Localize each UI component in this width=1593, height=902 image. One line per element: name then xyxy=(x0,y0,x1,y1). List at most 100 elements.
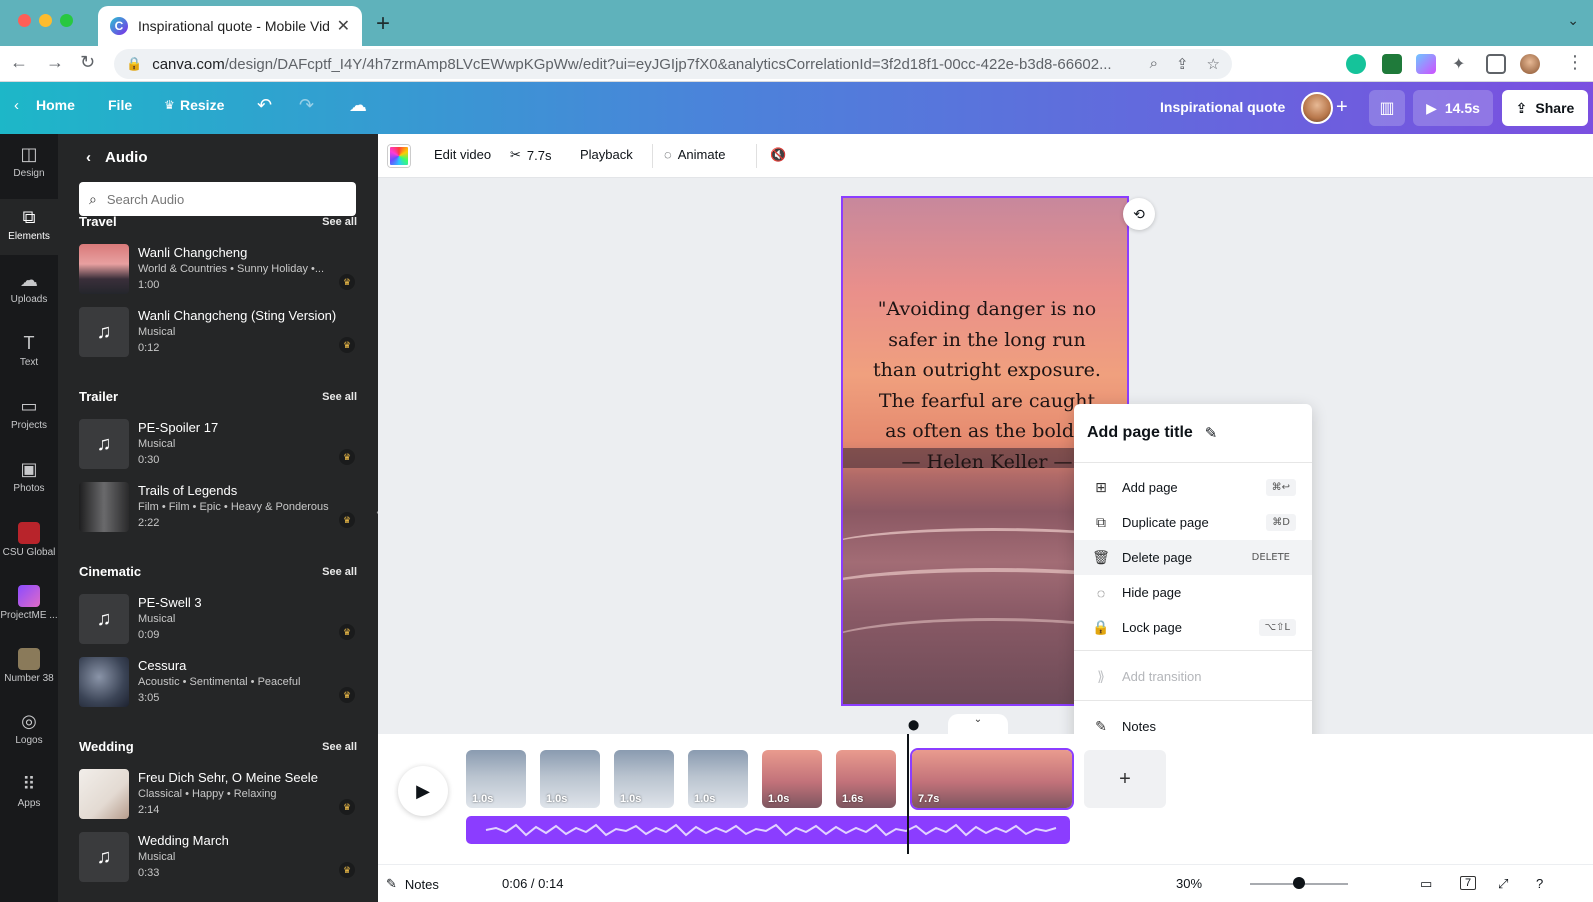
timeline-clip[interactable]: 1.0s xyxy=(614,750,674,808)
share-button[interactable]: ⇪ Share xyxy=(1502,90,1588,126)
timeline-clip[interactable]: 1.6s xyxy=(836,750,896,808)
audio-track-item[interactable]: ♫ PE-Swell 3 Musical 0:09 ♛ xyxy=(79,594,359,646)
browser-menu-icon[interactable]: ⋮ xyxy=(1566,52,1584,73)
see-all-travel-button[interactable]: See all xyxy=(322,216,357,228)
pencil-edit-icon[interactable]: ✎ xyxy=(1205,424,1218,442)
playhead[interactable] xyxy=(907,734,909,854)
trim-button[interactable]: ✂ 7.7s xyxy=(510,147,551,163)
zoom-percentage[interactable]: 30% xyxy=(1176,876,1202,891)
new-tab-icon[interactable]: + xyxy=(376,10,390,38)
share-page-icon[interactable]: ⇪ xyxy=(1176,55,1189,73)
url-field[interactable]: 🔒 canva.com/design/DAFcptf_I4Y/4h7zrmAmp… xyxy=(114,49,1232,79)
tab-search-chevron-icon[interactable]: ⌄ xyxy=(1567,12,1579,29)
rail-item-uploads[interactable]: ☁ Uploads xyxy=(0,262,58,318)
home-button[interactable]: Home xyxy=(36,97,75,113)
audio-track-item[interactable]: Freu Dich Sehr, O Meine Seele Classical … xyxy=(79,769,359,821)
regenerate-button[interactable]: ⟲ xyxy=(1123,198,1155,230)
minimize-window-button[interactable] xyxy=(39,14,52,27)
menu-item-delete-page[interactable]: 🗑 Delete page DELETE xyxy=(1074,540,1312,575)
timeline-clip[interactable]: 1.0s xyxy=(688,750,748,808)
rail-item-text[interactable]: T Text xyxy=(0,325,58,381)
audio-track-item[interactable]: ♫ Wanli Changcheng (Sting Version) Music… xyxy=(79,307,359,359)
playhead-marker-icon[interactable]: ⬤ xyxy=(908,720,919,731)
tab-close-icon[interactable]: ✕ xyxy=(337,16,350,36)
timeline-clip[interactable]: 1.0s xyxy=(762,750,822,808)
menu-item-duplicate-page[interactable]: ⧉ Duplicate page ⌘D xyxy=(1074,505,1312,540)
fullscreen-icon[interactable]: ⤢ xyxy=(1498,876,1508,892)
track-meta: Musical xyxy=(138,613,176,625)
collaborator-avatar[interactable] xyxy=(1301,92,1333,124)
audio-track-item[interactable]: Trails of Legends Film • Film • Epic • H… xyxy=(79,482,359,534)
cloud-saved-icon[interactable]: ☁ xyxy=(349,95,367,116)
zoom-slider-knob[interactable] xyxy=(1293,877,1305,889)
see-all-trailer-button[interactable]: See all xyxy=(322,391,357,403)
design-title[interactable]: Inspirational quote xyxy=(1160,99,1285,115)
file-menu-button[interactable]: File xyxy=(108,97,132,113)
help-icon[interactable]: ? xyxy=(1536,876,1543,891)
download-extension-icon[interactable] xyxy=(1382,54,1402,74)
notes-icon: ✎ xyxy=(1095,718,1107,734)
playback-button[interactable]: Playback xyxy=(580,147,633,162)
track-meta: World & Countries • Sunny Holiday •... xyxy=(138,263,325,275)
see-all-wedding-button[interactable]: See all xyxy=(322,741,357,753)
add-collaborator-icon[interactable]: + xyxy=(1336,96,1348,119)
grid-view-button[interactable]: 7 xyxy=(1460,876,1477,890)
resize-button[interactable]: Resize xyxy=(180,97,224,113)
menu-item-lock-page[interactable]: 🔒 Lock page ⌥⇧L xyxy=(1074,610,1312,645)
timeline-clip[interactable]: 1.0s xyxy=(466,750,526,808)
pro-crown-icon: ♛ xyxy=(339,337,355,353)
timeline-clip-selected[interactable]: 7.7s xyxy=(912,750,1072,808)
add-page-title[interactable]: Add page title ✎ xyxy=(1087,424,1217,442)
audio-track-item[interactable]: Wanli Changcheng World & Countries • Sun… xyxy=(79,244,359,296)
mute-button[interactable]: 🔇 xyxy=(770,147,786,163)
edit-video-button[interactable]: Edit video xyxy=(434,147,491,162)
audio-track-item[interactable]: ♫ Wedding March Musical 0:33 ♛ xyxy=(79,832,359,884)
menu-item-hide-page[interactable]: ◌ Hide page xyxy=(1074,575,1312,610)
undo-icon[interactable]: ↶ xyxy=(257,95,272,116)
sidebar-toggle-icon[interactable] xyxy=(1486,54,1506,74)
bookmark-star-icon[interactable]: ☆ xyxy=(1207,55,1220,73)
rail-item-design[interactable]: ◫ Design xyxy=(0,136,58,192)
rail-item-logos[interactable]: ◎ Logos xyxy=(0,703,58,759)
rail-item-projects[interactable]: ▭ Projects xyxy=(0,388,58,444)
audio-waveform-track[interactable] xyxy=(466,816,1070,844)
audio-track-item[interactable]: ♫ PE-Spoiler 17 Musical 0:30 ♛ xyxy=(79,419,359,471)
notes-button[interactable]: ✎ Notes xyxy=(386,876,439,892)
close-window-button[interactable] xyxy=(18,14,31,27)
rail-item-number38[interactable]: Number 38 xyxy=(0,640,58,696)
profile-avatar[interactable] xyxy=(1520,54,1540,74)
track-duration: 3:05 xyxy=(138,692,160,704)
menu-item-add-page[interactable]: ⊞ Add page ⌘↩ xyxy=(1074,470,1312,505)
page-view-icon[interactable]: ▭ xyxy=(1420,876,1432,892)
trash-icon: 🗑 xyxy=(1092,549,1110,565)
zoom-icon[interactable]: ⌕ xyxy=(1150,55,1158,73)
text-icon: T xyxy=(23,333,35,353)
animate-button[interactable]: ◌ Animate xyxy=(664,147,725,162)
rail-item-apps[interactable]: ⠿ Apps xyxy=(0,766,58,822)
add-page-button[interactable]: + xyxy=(1084,750,1166,808)
chevron-left-icon[interactable]: ‹ xyxy=(14,97,19,114)
search-input[interactable] xyxy=(106,191,337,207)
collapse-timeline-button[interactable]: ⌄ xyxy=(948,714,1008,734)
present-play-button[interactable]: ▶ 14.5s xyxy=(1413,90,1493,126)
extension-icon[interactable] xyxy=(1416,54,1436,74)
forward-arrow-icon[interactable]: → xyxy=(46,52,64,73)
grammarly-extension-icon[interactable] xyxy=(1346,54,1366,74)
back-chevron-icon[interactable]: ‹ xyxy=(86,149,91,166)
browser-tab-active[interactable]: C Inspirational quote - Mobile Vid ✕ xyxy=(98,6,362,46)
color-picker-button[interactable] xyxy=(388,145,410,167)
play-timeline-button[interactable]: ▶ xyxy=(398,766,448,816)
audio-track-item[interactable]: Cessura Acoustic • Sentimental • Peacefu… xyxy=(79,657,359,709)
puzzle-extensions-icon[interactable]: ✦ xyxy=(1452,54,1472,74)
redo-icon[interactable]: ↷ xyxy=(299,95,314,116)
insights-chart-button[interactable]: ▥ xyxy=(1369,90,1405,126)
reload-icon[interactable]: ↻ xyxy=(80,52,95,73)
rail-item-csu-global[interactable]: CSU Global xyxy=(0,514,58,570)
see-all-cinematic-button[interactable]: See all xyxy=(322,566,357,578)
rail-item-photos[interactable]: ▣ Photos xyxy=(0,451,58,507)
maximize-window-button[interactable] xyxy=(60,14,73,27)
timeline-clip[interactable]: 1.0s xyxy=(540,750,600,808)
rail-item-projectme[interactable]: ProjectME ... xyxy=(0,577,58,633)
back-arrow-icon[interactable]: ← xyxy=(10,52,28,73)
rail-item-elements[interactable]: ⧉ Elements xyxy=(0,199,58,255)
